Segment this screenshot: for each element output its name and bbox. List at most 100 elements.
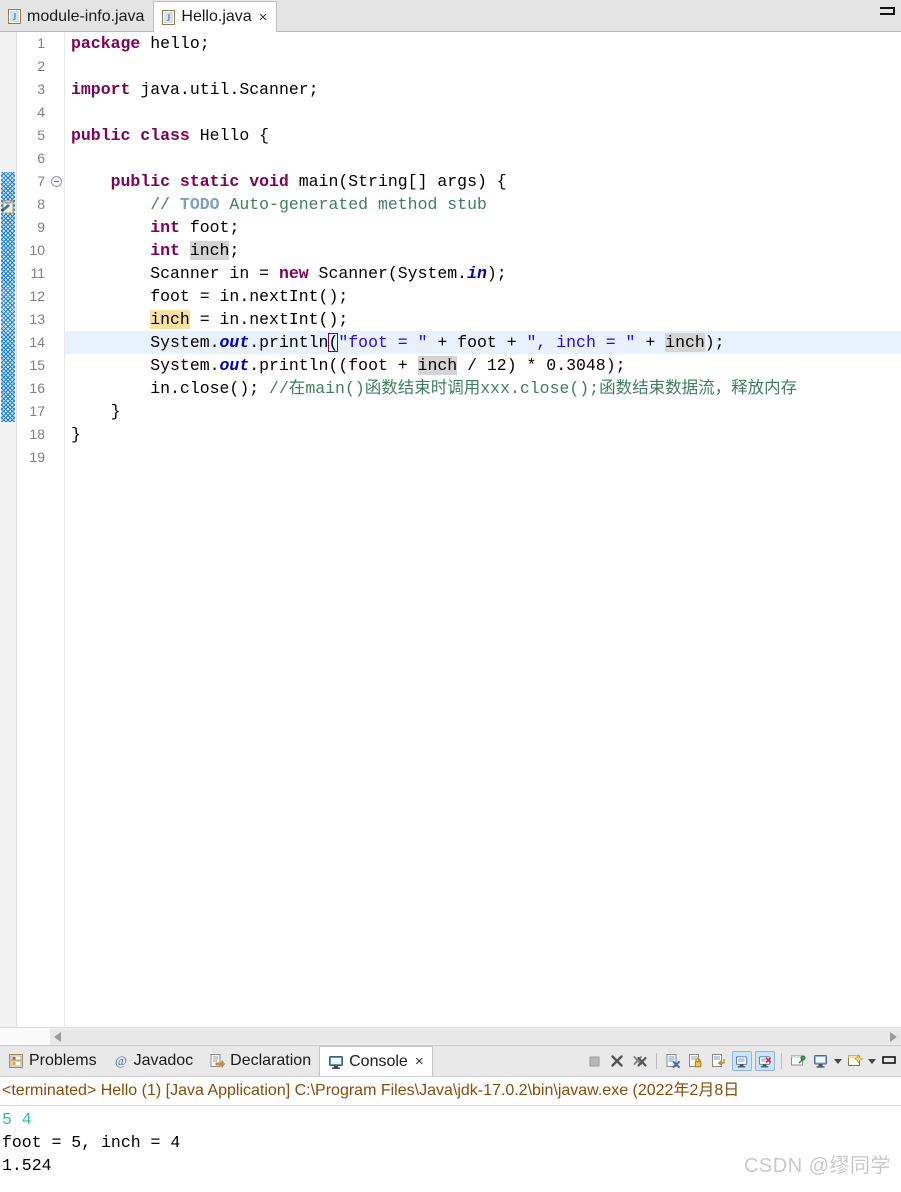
code-line[interactable] [65,55,901,78]
declaration-icon [209,1053,226,1069]
display-console-icon [814,1055,827,1068]
console-err-icon [758,1055,771,1067]
minimize-icon[interactable] [880,7,895,15]
line-number: 15 [29,357,45,373]
code-line[interactable]: in.close(); //在main()函数结束时调用xxx.close();… [65,377,901,400]
editor-horizontal-scrollbar[interactable] [0,1027,901,1045]
annotation-ruler[interactable] [0,32,17,1027]
code-line[interactable]: import java.util.Scanner; [65,78,901,101]
terminate-button[interactable] [584,1051,604,1071]
todo-task-marker-icon[interactable] [1,199,15,214]
line-number: 5 [37,127,45,143]
code-line[interactable]: // TODO Auto-generated method stub [65,193,901,216]
code-line[interactable]: Scanner in = new Scanner(System.in); [65,262,901,285]
code-token: } [71,425,81,444]
tab-javadoc[interactable]: @ Javadoc [105,1046,202,1076]
close-icon[interactable]: × [259,10,268,25]
code-token: ); [704,333,725,352]
chevron-down-icon[interactable] [834,1058,842,1064]
show-console-on-error-button[interactable] [755,1051,775,1071]
xx-icon [633,1056,647,1067]
folding-column[interactable] [50,32,65,1027]
scroll-lock-button[interactable] [686,1051,706,1071]
code-line[interactable]: int inch; [65,239,901,262]
line-number: 11 [30,265,45,281]
code-token: int [150,218,180,237]
java-file-icon: J [8,9,21,24]
panel-minimize-button[interactable] [879,1051,899,1071]
scroll-left-arrow-icon[interactable] [54,1031,61,1042]
console-launch-header: <terminated> Hello (1) [Java Application… [0,1077,901,1106]
code-token: + [635,333,666,352]
line-number: 18 [29,426,45,442]
console-output[interactable]: 5 4 foot = 5, inch = 4 1.524 [0,1106,901,1192]
word-wrap-button[interactable] [709,1051,729,1071]
tab-console[interactable]: Console × [319,1046,433,1076]
chevron-down-icon[interactable] [868,1058,876,1064]
line-number: 17 [29,403,45,419]
tab-label: Console [349,1052,408,1070]
svg-text:@: @ [115,1053,127,1068]
line-number: 2 [37,58,45,74]
clear-console-button[interactable] [663,1051,683,1071]
scroll-right-arrow-icon[interactable] [890,1031,897,1042]
line-number: 16 [29,380,45,396]
editor-tab-module-info[interactable]: J module-info.java [0,2,154,31]
line-number: 12 [29,288,45,304]
code-line[interactable]: public static void main(String[] args) { [65,170,901,193]
console-out-icon [735,1055,747,1067]
code-token: new [278,264,309,283]
editor-tab-bar: J module-info.java J Hello.java × [0,0,901,32]
pin-console-button[interactable] [788,1051,808,1071]
remove-all-launches-button[interactable] [630,1051,650,1071]
separator [656,1053,657,1069]
code-token: Scanner in = [71,264,279,283]
remove-launch-button[interactable] [607,1051,627,1071]
line-number: 1 [37,35,45,51]
code-token: int [150,241,180,260]
code-line[interactable]: public class Hello { [65,124,901,147]
open-console-button[interactable] [845,1051,865,1071]
code-token: ", inch = " [526,333,636,352]
bottom-panel: Problems @ Javadoc Declaration Console ×… [0,1045,901,1192]
console-icon [328,1054,344,1070]
code-line[interactable]: } [65,423,901,446]
code-line[interactable] [65,446,901,469]
code-line[interactable]: System.out.println((foot + inch / 12) * … [65,354,901,377]
display-selected-console-button[interactable] [811,1051,831,1071]
code-line[interactable]: } [65,400,901,423]
new-console-icon [848,1054,863,1066]
line-number: 19 [29,449,45,465]
console-line: foot = 5, inch = 4 [2,1133,181,1152]
scrollbar-track[interactable] [50,1029,901,1044]
code-token: in [467,264,487,283]
tab-label: Declaration [230,1052,312,1069]
code-line[interactable]: inch = in.nextInt(); [65,308,901,331]
code-line[interactable] [65,147,901,170]
tab-problems[interactable]: Problems [0,1046,105,1076]
code-line[interactable]: foot = in.nextInt(); [65,285,901,308]
console-toolbar [584,1046,901,1076]
svg-text:J: J [13,12,17,22]
code-token: System. [71,356,220,375]
code-token: Auto-generated method stub [219,195,487,214]
code-editor[interactable]: 1 2 3 4 5 6 7 8 9 10 11 12 13 14 15 16 1… [0,32,901,1027]
code-line[interactable] [65,101,901,124]
java-file-icon: J [162,9,176,25]
pin-icon [791,1055,806,1066]
fold-collapse-icon[interactable] [51,176,62,187]
code-line[interactable]: System.out.println("foot = " + foot + ",… [65,331,901,354]
tab-label: Javadoc [133,1052,194,1069]
tab-declaration[interactable]: Declaration [201,1046,319,1076]
line-number: 9 [37,219,45,235]
editor-tab-hello[interactable]: J Hello.java × [153,1,278,32]
code-line[interactable]: int foot; [65,216,901,239]
lock-icon [689,1054,702,1068]
console-line: 1.524 [2,1156,52,1175]
code-text-area[interactable]: package hello; import java.util.Scanner;… [65,32,901,1027]
close-icon[interactable]: × [415,1053,424,1070]
show-console-on-output-button[interactable] [732,1051,752,1071]
code-line[interactable]: package hello; [65,32,901,55]
